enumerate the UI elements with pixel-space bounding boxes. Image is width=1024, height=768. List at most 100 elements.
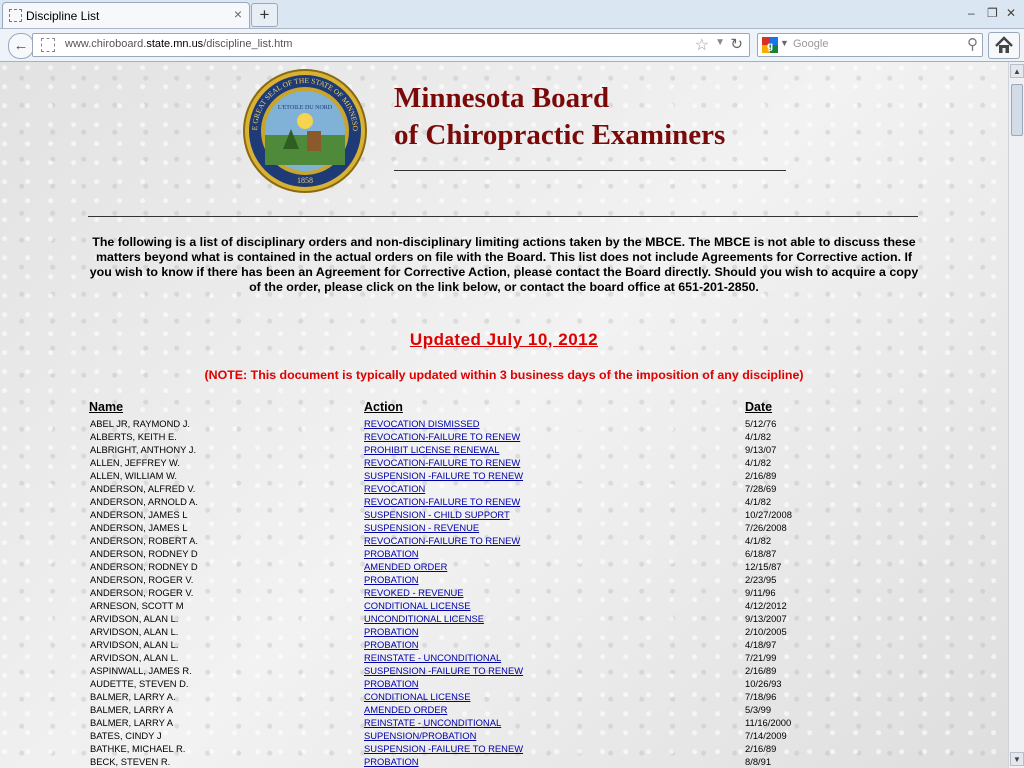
state-seal-logo: L'ETOILE DU NORD 1858 THE GREAT SEAL OF … — [243, 69, 367, 193]
row-action-link[interactable]: PROBATION — [364, 756, 419, 768]
table-row: ASPINWALL, JAMES R. SUSPENSION -FAILURE T… — [0, 665, 1008, 678]
tab-bar: Discipline List × + – ❐ ✕ — [0, 0, 1024, 29]
restore-button[interactable]: ❐ — [987, 6, 998, 20]
search-box[interactable]: g ▼ Google ⚲ — [757, 33, 983, 57]
row-action-link[interactable]: REVOCATION-FAILURE TO RENEW — [364, 431, 520, 443]
table-row: ALLEN, WILLIAM W. SUSPENSION -FAILURE TO … — [0, 470, 1008, 483]
row-date: 7/21/99 — [745, 652, 777, 663]
row-action-link[interactable]: AMENDED ORDER — [364, 561, 447, 573]
row-action-link[interactable]: REINSTATE - UNCONDITIONAL — [364, 717, 501, 729]
row-action-link[interactable]: PROBATION — [364, 639, 419, 651]
row-date: 5/12/76 — [745, 418, 777, 429]
row-name: ALLEN, JEFFREY W. — [90, 457, 180, 468]
table-row: ANDERSON, RODNEY D PROBATION 6/18/87 — [0, 548, 1008, 561]
row-date: 9/13/2007 — [745, 613, 787, 624]
row-action-link[interactable]: CONDITIONAL LICENSE — [364, 600, 470, 612]
reload-icon[interactable]: ↻ — [730, 35, 743, 53]
row-date: 2/10/2005 — [745, 626, 787, 637]
minimize-button[interactable]: – — [968, 6, 975, 20]
row-action-link[interactable]: REINSTATE - UNCONDITIONAL — [364, 652, 501, 664]
column-header-action: Action — [364, 400, 403, 414]
table-row: ANDERSON, ARNOLD A. REVOCATION-FAILURE TO… — [0, 496, 1008, 509]
row-date: 10/26/93 — [745, 678, 782, 689]
scroll-up-icon[interactable]: ▲ — [1010, 64, 1024, 78]
board-title-line-2: of Chiropractic Examiners — [394, 119, 726, 151]
header-divider — [88, 216, 918, 217]
row-action-link[interactable]: AMENDED ORDER — [364, 704, 447, 716]
row-name: ALBERTS, KEITH E. — [90, 431, 177, 442]
row-name: BALMER, LARRY A — [90, 717, 174, 728]
scroll-thumb[interactable] — [1011, 84, 1023, 136]
title-divider — [394, 170, 786, 171]
row-date: 12/15/87 — [745, 561, 782, 572]
new-tab-button[interactable]: + — [251, 3, 278, 27]
row-action-link[interactable]: PROBATION — [364, 678, 419, 690]
row-action-link[interactable]: SUSPENSION -FAILURE TO RENEW — [364, 743, 523, 755]
scroll-down-icon[interactable]: ▼ — [1010, 752, 1024, 766]
row-action-link[interactable]: REVOKED - REVENUE — [364, 587, 464, 599]
tab-discipline-list[interactable]: Discipline List × — [2, 2, 250, 28]
row-name: ARVIDSON, ALAN L. — [90, 639, 179, 650]
search-engine-dropdown-icon[interactable]: ▼ — [780, 38, 789, 48]
search-icon[interactable]: ⚲ — [967, 35, 978, 53]
back-button[interactable]: ← — [8, 33, 34, 59]
row-action-link[interactable]: UNCONDITIONAL LICENSE — [364, 613, 484, 625]
table-row: ANDERSON, ROGER V. PROBATION 2/23/95 — [0, 574, 1008, 587]
row-action-link[interactable]: REVOCATION-FAILURE TO RENEW — [364, 535, 520, 547]
row-date: 2/16/89 — [745, 470, 777, 481]
row-name: ARNESON, SCOTT M — [90, 600, 184, 611]
row-action-link[interactable]: SUSPENSION - REVENUE — [364, 522, 479, 534]
row-name: ANDERSON, JAMES L — [90, 522, 188, 533]
address-bar[interactable]: www.chiroboard.state.mn.us/discipline_li… — [32, 33, 750, 57]
table-row: BATES, CINDY J SUPENSION/PROBATION 7/14/20… — [0, 730, 1008, 743]
row-action-link[interactable]: CONDITIONAL LICENSE — [364, 691, 470, 703]
row-action-link[interactable]: REVOCATION DISMISSED — [364, 418, 479, 430]
bookmark-star-icon[interactable]: ☆ — [695, 35, 709, 55]
row-name: ANDERSON, RODNEY D — [90, 561, 198, 572]
row-action-link[interactable]: REVOCATION-FAILURE TO RENEW — [364, 457, 520, 469]
row-date: 8/8/91 — [745, 756, 772, 767]
row-action-link[interactable]: PROBATION — [364, 548, 419, 560]
row-action-link[interactable]: SUSPENSION -FAILURE TO RENEW — [364, 665, 523, 677]
row-date: 7/14/2009 — [745, 730, 787, 741]
row-date: 9/11/96 — [745, 587, 776, 598]
site-identity-icon[interactable] — [41, 38, 55, 52]
row-name: ARVIDSON, ALAN L. — [90, 626, 179, 637]
row-date: 10/27/2008 — [745, 509, 792, 520]
google-icon[interactable]: g — [762, 37, 778, 53]
tab-close-icon[interactable]: × — [234, 6, 242, 22]
row-action-link[interactable]: PROBATION — [364, 574, 419, 586]
url-dropdown-icon[interactable]: ▼ — [715, 37, 725, 48]
row-action-link[interactable]: REVOCATION — [364, 483, 425, 495]
row-action-link[interactable]: PROHIBIT LICENSE RENEWAL — [364, 444, 499, 456]
vertical-scrollbar[interactable]: ▲ ▼ — [1008, 62, 1024, 768]
discipline-table: ABEL JR, RAYMOND J. REVOCATION DISMISSED 5… — [0, 418, 1008, 768]
row-name: ANDERSON, ROGER V. — [90, 574, 194, 585]
column-header-name: Name — [89, 400, 124, 414]
row-action-link[interactable]: SUSPENSION -FAILURE TO RENEW — [364, 470, 523, 482]
table-row: ANDERSON, ALFRED V. REVOCATION 7/28/69 — [0, 483, 1008, 496]
row-action-link[interactable]: REVOCATION-FAILURE TO RENEW — [364, 496, 520, 508]
row-action-link[interactable]: SUPENSION/PROBATION — [364, 730, 476, 742]
row-name: ARVIDSON, ALAN L. — [90, 613, 179, 624]
row-name: AUDETTE, STEVEN D. — [90, 678, 189, 689]
row-date: 4/1/82 — [745, 535, 772, 546]
row-name: BALMER, LARRY A — [90, 704, 174, 715]
seal-motto: L'ETOILE DU NORD — [278, 105, 333, 111]
row-name: ANDERSON, RODNEY D — [90, 548, 198, 559]
table-row: ARVIDSON, ALAN L. PROBATION 2/10/2005 — [0, 626, 1008, 639]
row-date: 11/16/2000 — [745, 717, 792, 728]
close-window-button[interactable]: ✕ — [1006, 6, 1016, 20]
tab-title: Discipline List — [26, 9, 100, 23]
home-button[interactable] — [988, 32, 1020, 59]
table-row: ALBRIGHT, ANTHONY J. PROHIBIT LICENSE REN… — [0, 444, 1008, 457]
row-action-link[interactable]: PROBATION — [364, 626, 419, 638]
row-name: ALLEN, WILLIAM W. — [90, 470, 178, 481]
row-date: 4/1/82 — [745, 431, 772, 442]
navigation-toolbar: ← www.chiroboard.state.mn.us/discipline_… — [0, 29, 1024, 62]
table-row: ARVIDSON, ALAN L. PROBATION 4/18/97 — [0, 639, 1008, 652]
row-action-link[interactable]: SUSPENSION - CHILD SUPPORT — [364, 509, 510, 521]
table-row: ARVIDSON, ALAN L. UNCONDITIONAL LICENSE 9/… — [0, 613, 1008, 626]
home-icon — [995, 36, 1013, 53]
url-text[interactable]: www.chiroboard.state.mn.us/discipline_li… — [65, 38, 292, 50]
